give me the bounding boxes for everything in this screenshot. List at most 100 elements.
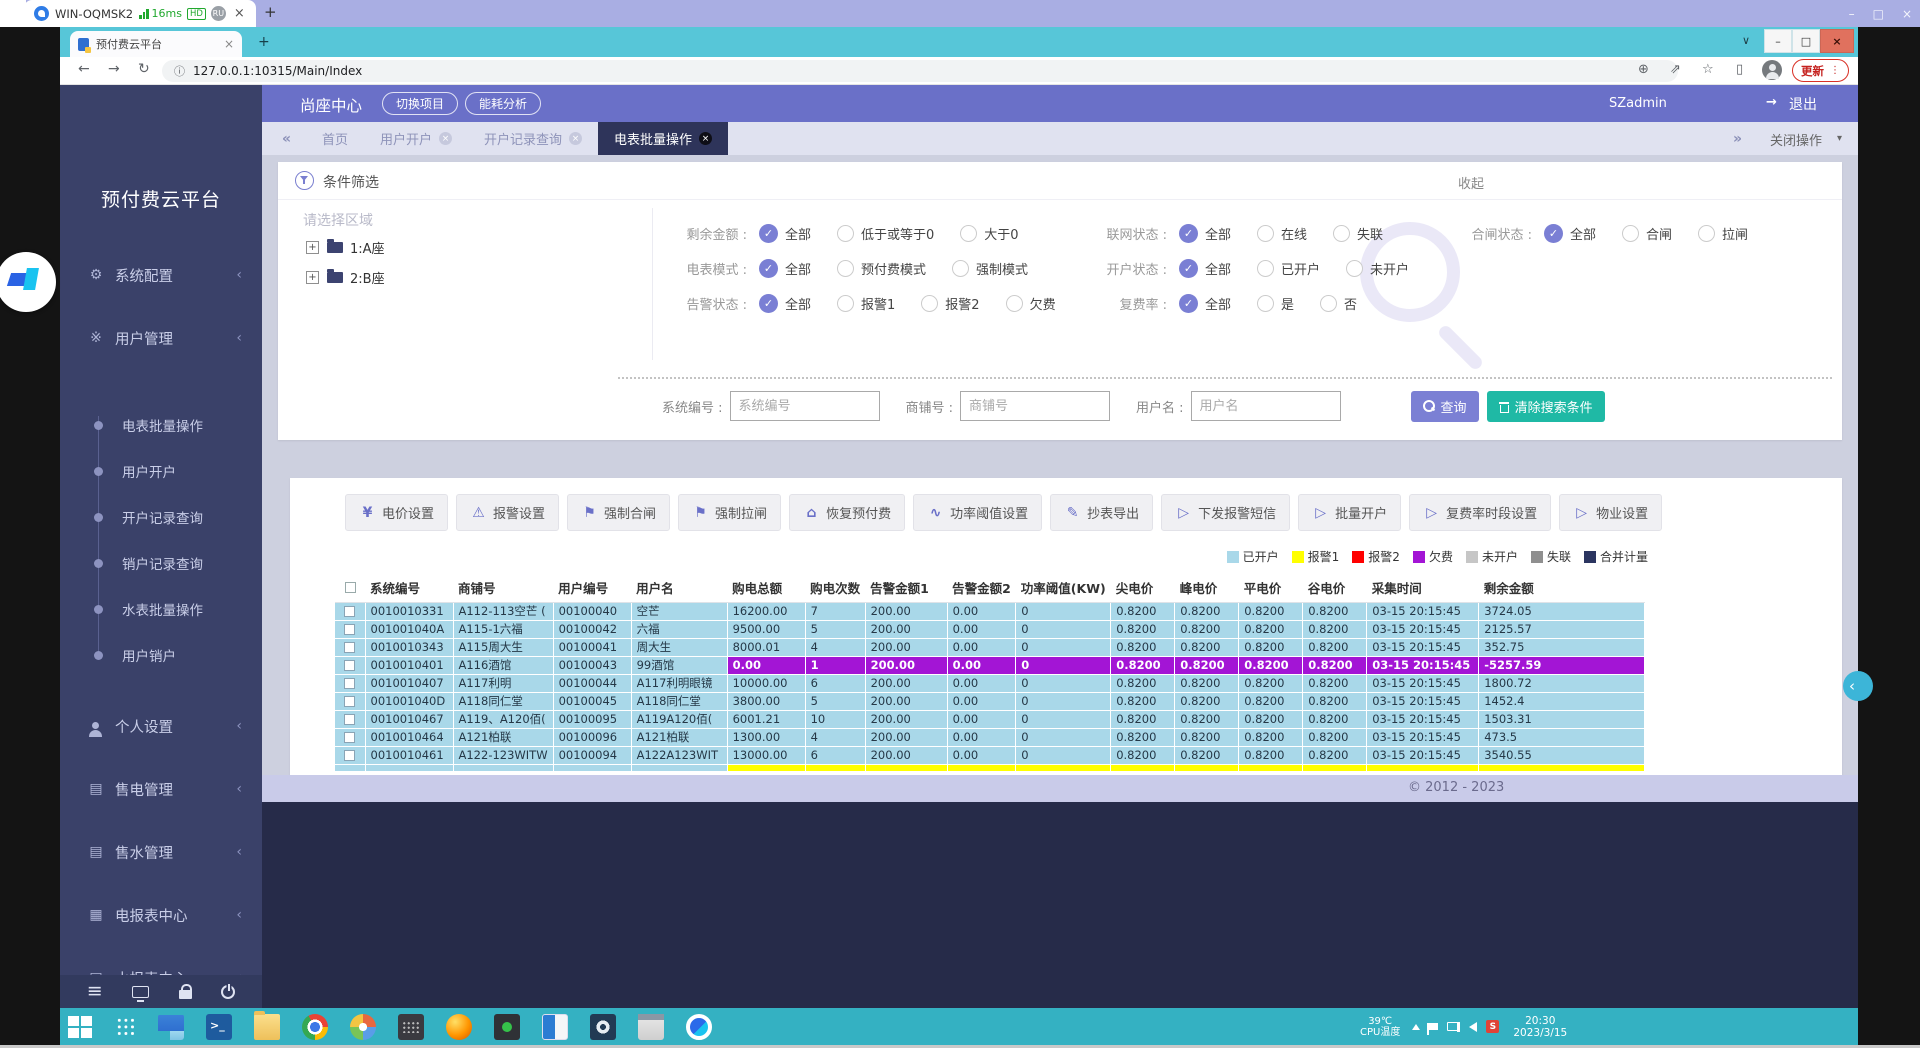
energy-analysis-button[interactable]: 能耗分析 <box>465 92 541 115</box>
action-button-电价设置[interactable]: ¥电价设置 <box>345 494 448 531</box>
column-header-谷电价[interactable]: 谷电价 <box>1303 574 1367 602</box>
close-tab-icon[interactable]: × <box>699 132 712 145</box>
grid-dots-icon[interactable] <box>116 1017 136 1037</box>
radio-option-在线[interactable]: 在线 <box>1257 224 1307 243</box>
flag-icon[interactable] <box>1429 1023 1438 1030</box>
radio-icon[interactable] <box>1622 225 1639 242</box>
row-checkbox[interactable] <box>344 714 355 725</box>
radio-option-拉闸[interactable]: 拉闸 <box>1698 224 1748 243</box>
column-header-功率阈值(KW)[interactable]: 功率阈值(KW) <box>1016 574 1111 602</box>
address-bar[interactable]: ⓘ 127.0.0.1:10315/Main/Index <box>162 60 1678 82</box>
action-button-下发报警短信[interactable]: ▷下发报警短信 <box>1161 494 1290 531</box>
radio-checked-icon[interactable]: ✓ <box>1179 224 1198 243</box>
maximize-icon[interactable]: □ <box>1792 29 1820 53</box>
action-button-报警设置[interactable]: ⚠报警设置 <box>456 494 559 531</box>
reload-icon[interactable]: ↻ <box>138 61 150 77</box>
powershell-icon[interactable] <box>206 1014 232 1040</box>
collapse-button[interactable]: 收起 <box>1458 173 1484 192</box>
action-button-批量开户[interactable]: ▷批量开户 <box>1298 494 1401 531</box>
action-button-强制拉闸[interactable]: ⚑强制拉闸 <box>678 494 781 531</box>
tab-用户开户[interactable]: 用户开户× <box>364 122 468 155</box>
menu-dots-icon[interactable]: ⋮ <box>1830 65 1840 76</box>
radio-icon[interactable] <box>1346 260 1363 277</box>
sidebar-item-售电管理[interactable]: ▤售电管理‹ <box>60 774 262 804</box>
new-tab-button[interactable]: + <box>258 34 270 50</box>
search-input-系统编号[interactable] <box>730 391 880 421</box>
action-button-强制合闸[interactable]: ⚑强制合闸 <box>567 494 670 531</box>
bookmark-star-icon[interactable]: ☆ <box>1702 62 1714 77</box>
volume-icon[interactable] <box>1469 1022 1477 1032</box>
action-button-恢复预付费[interactable]: ⌂恢复预付费 <box>789 494 905 531</box>
radio-option-是[interactable]: 是 <box>1257 294 1294 313</box>
sidebar-item-用户开户[interactable]: 用户开户 <box>60 448 262 494</box>
column-header-购电次数[interactable]: 购电次数 <box>805 574 865 602</box>
sidebar-item-水表批量操作[interactable]: 水表批量操作 <box>60 586 262 632</box>
row-checkbox[interactable] <box>344 660 355 671</box>
row-checkbox[interactable] <box>344 624 355 635</box>
column-header-平电价[interactable]: 平电价 <box>1239 574 1303 602</box>
radio-option-报警2[interactable]: 报警2 <box>921 294 979 313</box>
radio-option-报警1[interactable]: 报警1 <box>837 294 895 313</box>
column-header-用户编号[interactable]: 用户编号 <box>553 574 631 602</box>
close-operations-button[interactable]: 关闭操作 <box>1770 130 1822 149</box>
clear-search-button[interactable]: 清除搜索条件 <box>1487 391 1605 422</box>
query-button[interactable]: 查询 <box>1411 391 1479 422</box>
close-icon[interactable]: × <box>1902 7 1912 21</box>
close-tab-icon[interactable]: × <box>439 132 452 145</box>
radio-option-欠费[interactable]: 欠费 <box>1006 294 1056 313</box>
radio-option-全部[interactable]: ✓全部 <box>759 294 811 313</box>
tab-首页[interactable]: 首页 <box>306 122 364 155</box>
radio-option-全部[interactable]: ✓全部 <box>1179 294 1231 313</box>
table-row[interactable]: 0010010343A115周大生00100041周大生8000.014200.… <box>335 638 1645 656</box>
table-row[interactable]: 0010010401A116酒馆0010004399酒馆0.001200.000… <box>335 656 1645 674</box>
radio-icon[interactable] <box>837 260 854 277</box>
chevron-up-icon[interactable] <box>1412 1024 1420 1030</box>
row-checkbox[interactable] <box>344 750 355 761</box>
browser-ball-icon[interactable] <box>350 1014 376 1040</box>
action-button-功率阈值设置[interactable]: ∿功率阈值设置 <box>913 494 1042 531</box>
radio-icon[interactable] <box>1257 260 1274 277</box>
sidebar-item-用户销户[interactable]: 用户销户 <box>60 632 262 678</box>
new-session-button[interactable]: + <box>264 3 277 21</box>
close-tab-icon[interactable]: × <box>569 132 582 145</box>
sidebar-item-系统配置[interactable]: ⚙系统配置‹ <box>60 260 262 290</box>
radio-icon[interactable] <box>1006 295 1023 312</box>
radio-icon[interactable] <box>1257 295 1274 312</box>
input-s-icon[interactable]: S <box>1486 1020 1499 1033</box>
menu-icon[interactable]: ≡ <box>87 982 103 1001</box>
row-checkbox[interactable] <box>344 642 355 653</box>
column-header-尖电价[interactable]: 尖电价 <box>1111 574 1175 602</box>
table-row[interactable]: 0010010331A112-113空芒 (00100040空芒16200.00… <box>335 602 1645 620</box>
column-header-商铺号[interactable]: 商铺号 <box>453 574 553 602</box>
close-tab-icon[interactable]: × <box>224 37 234 51</box>
minimize-icon[interactable]: – <box>1849 7 1855 21</box>
update-browser-button[interactable]: 更新 ⋮ <box>1792 59 1849 82</box>
column-header-告警金额1[interactable]: 告警金额1 <box>865 574 947 602</box>
radio-icon[interactable] <box>1333 225 1350 242</box>
table-row[interactable] <box>335 764 1645 771</box>
radio-checked-icon[interactable]: ✓ <box>1544 224 1563 243</box>
forward-icon[interactable]: → <box>108 61 120 77</box>
radio-checked-icon[interactable]: ✓ <box>759 224 778 243</box>
column-header-系统编号[interactable]: 系统编号 <box>365 574 453 602</box>
radio-option-否[interactable]: 否 <box>1320 294 1357 313</box>
sidebar-item-个人设置[interactable]: 个人设置‹ <box>60 711 262 741</box>
radio-option-全部[interactable]: ✓全部 <box>1544 224 1596 243</box>
pc-tools-icon[interactable] <box>158 1014 184 1040</box>
gear-dark-icon[interactable] <box>590 1014 616 1040</box>
panel-toggle-button[interactable]: ‹ <box>1843 671 1873 701</box>
window-icon[interactable] <box>638 1014 664 1040</box>
radio-icon[interactable] <box>837 295 854 312</box>
todesk-icon[interactable] <box>686 1014 712 1040</box>
radio-option-全部[interactable]: ✓全部 <box>759 259 811 278</box>
sidebar-item-电报表中心[interactable]: ▦电报表中心‹ <box>60 900 262 930</box>
column-header-告警金额2[interactable]: 告警金额2 <box>947 574 1016 602</box>
radio-option-已开户[interactable]: 已开户 <box>1257 259 1320 278</box>
radio-icon[interactable] <box>921 295 938 312</box>
action-button-复费率时段设置[interactable]: ▷复费率时段设置 <box>1409 494 1551 531</box>
zoom-icon[interactable]: ⊕ <box>1638 62 1649 77</box>
radio-option-强制模式[interactable]: 强制模式 <box>952 259 1028 278</box>
close-session-icon[interactable]: × <box>234 6 245 21</box>
action-button-抄表导出[interactable]: ✎抄表导出 <box>1050 494 1153 531</box>
table-row[interactable]: 001001040DA118同仁堂00100045A118同仁堂3800.005… <box>335 692 1645 710</box>
